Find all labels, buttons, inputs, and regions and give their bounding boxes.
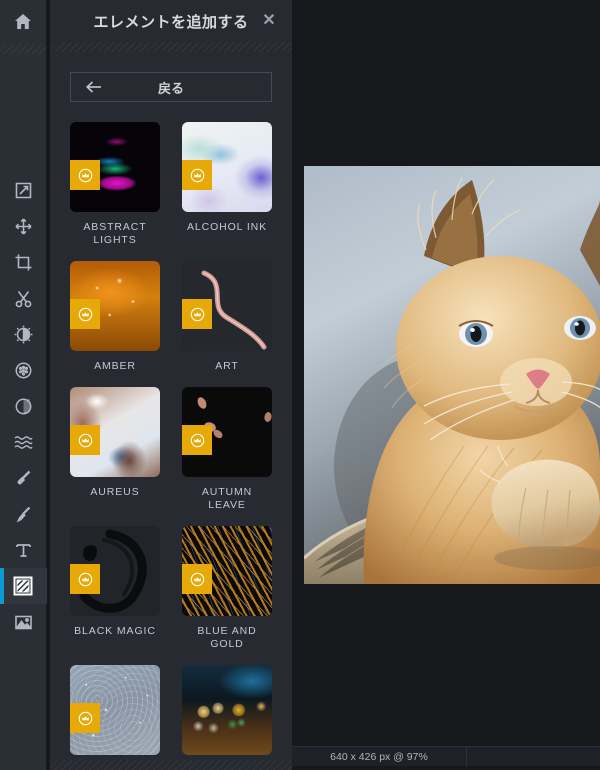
cut-tool[interactable] [0,280,47,316]
element-card[interactable]: BOKEH [182,665,272,760]
element-thumbnail[interactable] [70,261,160,351]
image-tool[interactable] [0,604,47,640]
premium-badge [182,425,212,455]
premium-badge [70,564,100,594]
effects-tool[interactable] [0,352,47,388]
element-card[interactable]: AMBER [70,261,160,387]
retouch-tool[interactable] [0,460,47,496]
element-thumbnail[interactable] [182,665,272,755]
add-element-panel: エレメントを追加する ✕ 戻る ABSTRACT LIGHTS ALCOHOL … [50,0,292,770]
element-label: ABSTRACT LIGHTS [83,221,147,246]
thumbnail-image [182,665,272,755]
element-grid: ABSTRACT LIGHTS ALCOHOL INK AMBER ART AU… [50,122,292,760]
premium-badge [182,299,212,329]
panel-header: エレメントを追加する ✕ [50,0,292,42]
premium-badge [182,160,212,190]
waves-icon [13,432,34,453]
home-button[interactable] [0,4,47,44]
panel-hatch-divider [50,42,292,52]
premium-badge [70,299,100,329]
status-bar: 640 x 426 px @ 97% [292,746,600,767]
brightness-icon [13,324,34,345]
element-thumbnail[interactable] [70,665,160,755]
element-thumbnail[interactable] [182,387,272,477]
canvas-image [304,166,600,584]
app-window: エレメントを追加する ✕ 戻る ABSTRACT LIGHTS ALCOHOL … [0,0,600,770]
brightness-tool[interactable] [0,316,47,352]
element-label: ALCOHOL INK [186,221,268,233]
dots-circle-icon [13,360,34,381]
element-card[interactable]: ALCOHOL INK [182,122,272,261]
premium-badge [70,425,100,455]
home-icon [12,11,34,38]
retouch-wand-icon [13,468,34,489]
element-label: AUTUMN LEAVE [201,486,253,511]
element-thumbnail[interactable] [70,122,160,212]
element-card[interactable]: AUTUMN LEAVE [182,387,272,526]
brush-tool[interactable] [0,496,47,532]
tool-list [0,172,47,640]
arrow-left-icon [85,80,103,94]
crop-tool[interactable] [0,244,47,280]
panel-hatch-divider-bottom [50,760,292,770]
text-t-icon [13,540,34,561]
rail-hatch-divider-top [0,44,47,54]
text-tool[interactable] [0,532,47,568]
premium-badge [70,703,100,733]
move-arrows-icon [13,216,34,237]
element-thumbnail[interactable] [70,387,160,477]
picture-icon [13,612,34,633]
panel-body: 戻る ABSTRACT LIGHTS ALCOHOL INK AMBER ART… [50,52,292,760]
paintbrush-icon [13,504,34,525]
resize-tool[interactable] [0,172,47,208]
tool-rail [0,0,48,770]
gradient-circle-icon [13,396,34,417]
premium-badge [182,564,212,594]
overlay-tool[interactable] [0,568,47,604]
wave-tool[interactable] [0,424,47,460]
element-thumbnail[interactable] [70,526,160,616]
status-dimensions: 640 x 426 px @ 97% [292,746,467,767]
scissors-icon [13,288,34,309]
back-button[interactable]: 戻る [70,72,272,102]
element-label: BLUE AND GOLD [197,625,257,650]
element-card[interactable]: ABSTRACT LIGHTS [70,122,160,261]
workspace: 640 x 426 px @ 97% [292,0,600,770]
element-card[interactable]: BLUE AND GOLD [182,526,272,665]
move-tool[interactable] [0,208,47,244]
element-label: ART [215,360,239,372]
element-label: AMBER [94,360,136,372]
status-bar-empty-region [467,747,600,767]
hatched-square-icon [12,575,34,597]
element-thumbnail[interactable] [182,261,272,351]
close-icon[interactable]: ✕ [260,12,278,30]
element-card[interactable]: ART [182,261,272,387]
premium-badge [70,160,100,190]
element-card[interactable]: BLACK MAGIC [70,526,160,665]
element-thumbnail[interactable] [182,526,272,616]
gradient-tool[interactable] [0,388,47,424]
crop-icon [13,252,34,273]
panel-title: エレメントを追加する [93,13,249,31]
element-thumbnail[interactable] [182,122,272,212]
element-label: AUREUS [90,486,140,498]
resize-icon [13,180,34,201]
element-label: BLACK MAGIC [74,625,156,637]
element-card[interactable]: BLURRY LIGHTS [70,665,160,760]
canvas-area[interactable] [304,166,600,584]
element-card[interactable]: AUREUS [70,387,160,526]
